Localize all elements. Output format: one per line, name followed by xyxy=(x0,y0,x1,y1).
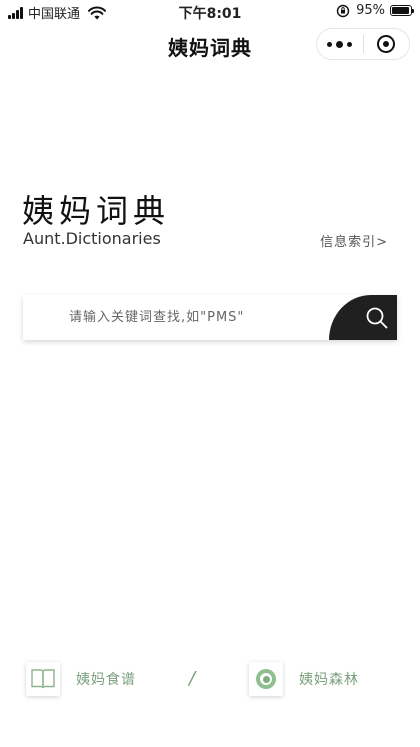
nav-item-recipes[interactable]: 姨妈食谱 xyxy=(26,660,136,698)
search-box xyxy=(23,295,397,340)
search-button[interactable] xyxy=(329,295,397,340)
status-bar: 中国联通 下午8:01 95% xyxy=(0,0,420,24)
info-index-link[interactable]: 信息索引> xyxy=(320,231,388,250)
ring-icon xyxy=(249,662,283,696)
nav-separator: / xyxy=(189,668,196,689)
book-icon xyxy=(26,662,60,696)
battery-percent: 95% xyxy=(356,3,385,18)
close-button[interactable] xyxy=(364,29,410,59)
battery-fill xyxy=(392,7,410,14)
screen: 中国联通 下午8:01 95% 姨妈词典 姨妈词典 Aunt.Dictionar… xyxy=(0,0,420,747)
orientation-lock-icon xyxy=(336,4,350,17)
bottom-nav: 姨妈食谱 / 姨妈森林 xyxy=(0,660,420,700)
search-icon xyxy=(366,307,388,328)
mini-program-capsule xyxy=(316,28,410,60)
nav-forest-label: 姨妈森林 xyxy=(299,672,359,688)
nav-item-forest[interactable]: 姨妈森林 xyxy=(249,660,359,698)
search-input[interactable] xyxy=(23,295,323,340)
hero-subtitle: Aunt.Dictionaries xyxy=(23,229,161,248)
hero-title: 姨妈词典 xyxy=(22,192,171,230)
status-right: 95% xyxy=(336,3,414,18)
target-icon xyxy=(377,35,396,53)
nav-recipes-label: 姨妈食谱 xyxy=(76,672,136,688)
more-dots-icon xyxy=(325,40,354,48)
battery-icon xyxy=(390,5,414,16)
more-button[interactable] xyxy=(317,29,363,59)
